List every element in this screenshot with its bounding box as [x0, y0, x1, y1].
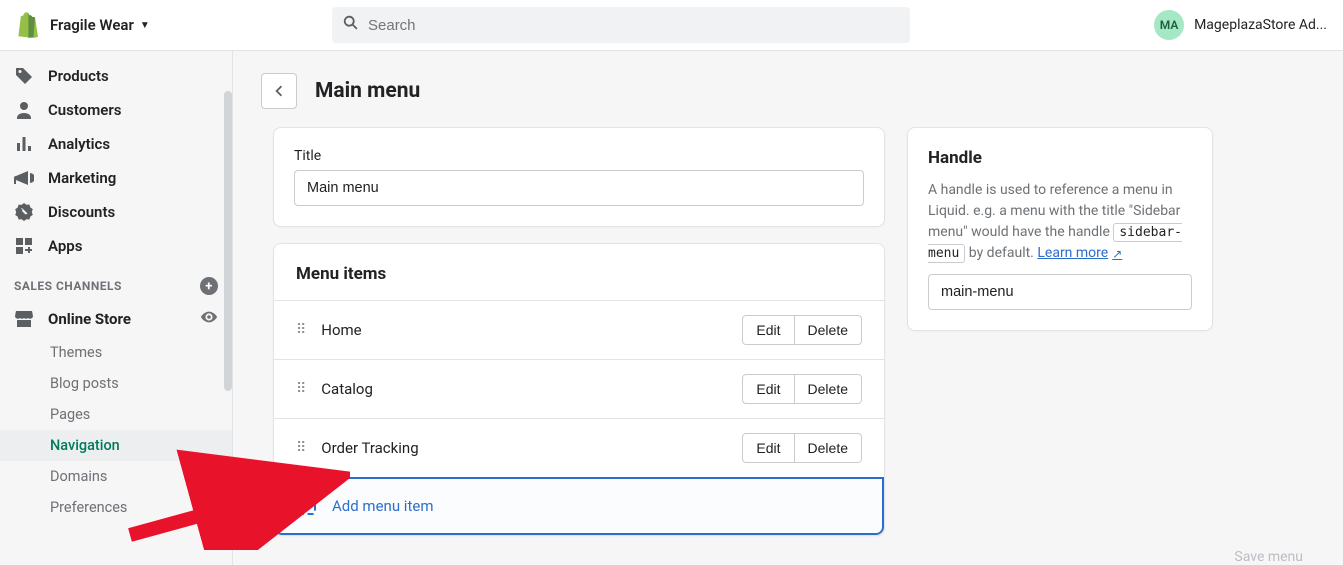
- menu-item-label: Catalog: [321, 380, 742, 398]
- drag-handle-icon[interactable]: ⠿: [296, 381, 305, 397]
- sidebar-item-products[interactable]: Products: [0, 59, 232, 93]
- view-store-icon[interactable]: [200, 308, 218, 330]
- delete-button[interactable]: Delete: [795, 374, 862, 404]
- edit-button[interactable]: Edit: [742, 433, 794, 463]
- sidebar-label: Analytics: [48, 135, 110, 153]
- menu-item-label: Home: [321, 321, 742, 339]
- search-icon: [342, 14, 360, 36]
- sidebar-item-apps[interactable]: Apps: [0, 229, 232, 263]
- learn-more-link[interactable]: Learn more ↗: [1037, 243, 1122, 264]
- tag-icon: [14, 66, 34, 86]
- store-name: Fragile Wear: [50, 16, 134, 34]
- user-menu[interactable]: MA MageplazaStore Ad...: [1154, 10, 1327, 40]
- handle-heading: Handle: [928, 148, 1192, 168]
- sidebar-label: Apps: [48, 237, 82, 255]
- sidebar-label: Products: [48, 67, 109, 85]
- person-icon: [14, 100, 34, 120]
- edit-button[interactable]: Edit: [742, 315, 794, 345]
- title-card: Title: [273, 127, 885, 227]
- title-label: Title: [294, 148, 864, 164]
- sidebar-item-discounts[interactable]: Discounts: [0, 195, 232, 229]
- add-menu-item-label: Add menu item: [332, 497, 433, 515]
- delete-button[interactable]: Delete: [795, 433, 862, 463]
- add-dashed-icon: +: [298, 497, 316, 515]
- menu-item-row: ⠿ Catalog Edit Delete: [274, 359, 884, 418]
- arrow-left-icon: [270, 82, 288, 100]
- avatar: MA: [1154, 10, 1184, 40]
- delete-button[interactable]: Delete: [795, 315, 862, 345]
- sidebar-label: Marketing: [48, 169, 116, 187]
- subnav-preferences[interactable]: Preferences: [0, 492, 232, 523]
- grid-icon: [14, 236, 34, 256]
- store-icon: [14, 309, 34, 329]
- horn-icon: [14, 168, 34, 188]
- external-link-icon: ↗: [1112, 245, 1122, 263]
- menu-title-input[interactable]: [294, 170, 864, 206]
- sidebar-label: Discounts: [48, 203, 115, 221]
- add-menu-item-button[interactable]: + Add menu item: [274, 477, 884, 535]
- save-menu-button[interactable]: Save menu: [1234, 549, 1303, 565]
- drag-handle-icon[interactable]: ⠿: [296, 440, 305, 456]
- handle-description: A handle is used to reference a menu in …: [928, 180, 1192, 264]
- sidebar-item-online-store[interactable]: Online Store: [0, 301, 232, 337]
- add-channel-button[interactable]: +: [200, 277, 218, 295]
- sidebar-label: Customers: [48, 101, 121, 119]
- search-input[interactable]: [332, 7, 910, 43]
- subnav-blog-posts[interactable]: Blog posts: [0, 368, 232, 399]
- menu-item-label: Order Tracking: [321, 439, 742, 457]
- drag-handle-icon[interactable]: ⠿: [296, 322, 305, 338]
- menu-items-heading: Menu items: [274, 244, 884, 300]
- menu-item-row: ⠿ Home Edit Delete: [274, 300, 884, 359]
- handle-input[interactable]: [928, 274, 1192, 310]
- handle-card: Handle A handle is used to reference a m…: [907, 127, 1213, 331]
- sidebar-item-marketing[interactable]: Marketing: [0, 161, 232, 195]
- store-switcher[interactable]: Fragile Wear ▼: [16, 12, 150, 38]
- sidebar-item-analytics[interactable]: Analytics: [0, 127, 232, 161]
- bars-icon: [14, 134, 34, 154]
- caret-down-icon: ▼: [140, 20, 150, 31]
- scrollbar[interactable]: [224, 91, 232, 391]
- badge-icon: [14, 202, 34, 222]
- menu-items-card: Menu items ⠿ Home Edit Delete ⠿ Catalog: [273, 243, 885, 536]
- user-name: MageplazaStore Ad...: [1194, 17, 1327, 33]
- sidebar-label: Online Store: [48, 310, 131, 328]
- sidebar-item-customers[interactable]: Customers: [0, 93, 232, 127]
- menu-item-row: ⠿ Order Tracking Edit Delete: [274, 418, 884, 477]
- subnav-pages[interactable]: Pages: [0, 399, 232, 430]
- edit-button[interactable]: Edit: [742, 374, 794, 404]
- section-title-sales-channels: SALES CHANNELS +: [0, 263, 232, 301]
- subnav-themes[interactable]: Themes: [0, 337, 232, 368]
- shopify-logo-icon: [16, 12, 40, 38]
- page-title: Main menu: [315, 79, 420, 103]
- subnav-navigation[interactable]: Navigation: [0, 430, 232, 461]
- back-button[interactable]: [261, 73, 297, 109]
- subnav-domains[interactable]: Domains: [0, 461, 232, 492]
